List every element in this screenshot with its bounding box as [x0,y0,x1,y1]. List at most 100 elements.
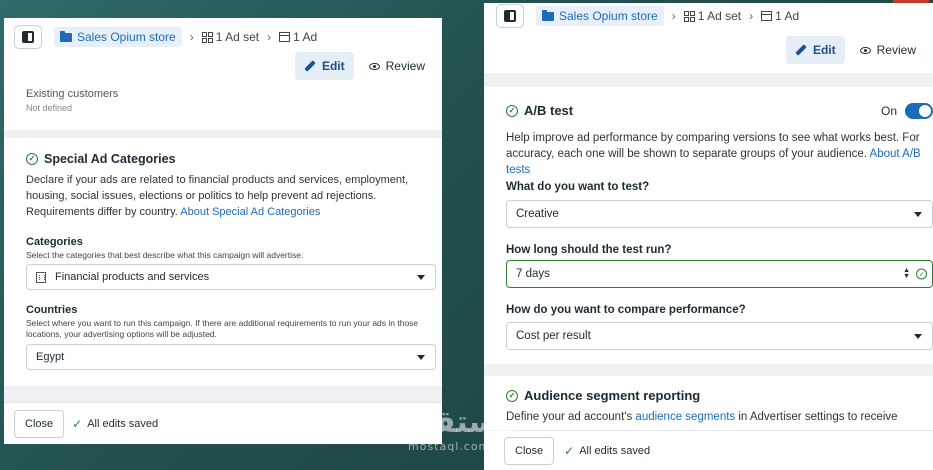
save-status: ✓ All edits saved [564,444,650,458]
check-icon: ✓ [564,443,575,458]
breadcrumb-ad-label: 1 Ad [293,30,318,44]
special-ad-categories-section: ✓ Special Ad Categories Declare if your a… [26,152,436,220]
caret-down-icon [914,212,922,217]
breadcrumb-ad[interactable]: 1 Ad [761,9,799,23]
breadcrumb-adset-label: 1 Ad set [215,30,260,44]
existing-customers-value: Not defined [26,103,73,113]
edit-button[interactable]: Edit [785,36,845,64]
test-variable-value: Creative [516,208,559,220]
close-button[interactable]: Close [14,409,65,438]
edit-label: Edit [812,43,836,57]
countries-field-header: Countries Select where you want to run t… [26,304,436,340]
caret-down-icon [417,275,425,280]
left-topbar: Sales Opium store › 1 Ad set › 1 Ad [4,18,442,56]
breadcrumb-adset[interactable]: 1 Ad set [683,9,741,23]
edit-button[interactable]: Edit [294,52,354,80]
special-title-text: Special Ad Categories [44,152,176,166]
check-circle-icon: ✓ [26,153,38,165]
section-divider [484,73,933,87]
categories-label: Categories [26,236,83,248]
review-label: Review [876,43,916,57]
categories-value: Financial products and services [55,271,210,283]
sidebar-panel-icon [504,10,516,22]
existing-customers-block: Existing customers Not defined [26,88,118,113]
eye-icon [859,46,871,54]
categories-field-header: Categories Select the categories that be… [26,236,436,261]
audience-desc-suffix: in Advertiser settings to receive [738,411,898,423]
save-status: ✓ All edits saved [72,417,158,431]
compare-performance-select[interactable]: Cost per result [506,322,933,350]
ab-test-section: ✓ A/B test On Help improve ad performance… [506,103,933,178]
building-icon [36,271,46,283]
sidebar-panel-icon [22,31,34,43]
breadcrumb-ad[interactable]: 1 Ad [279,30,317,44]
countries-value: Egypt [36,351,65,363]
audience-segment-section: ✓ Audience segment reporting Define your … [506,388,933,425]
caret-down-icon [417,355,425,360]
right-action-row: Edit Review [785,36,925,64]
save-status-text: All edits saved [87,417,159,430]
chevron-right-icon: › [671,9,676,23]
right-ad-editor-panel: Sales Opium store › 1 Ad set › 1 Ad Edit… [484,3,933,470]
audience-segment-description: Define your ad account's audience segmen… [506,409,933,425]
review-button[interactable]: Review [851,36,925,64]
toggle-sidebar-button[interactable] [14,25,42,49]
test-variable-select[interactable]: Creative [506,200,933,228]
review-label: Review [385,59,425,73]
breadcrumb-campaign[interactable]: Sales Opium store [536,6,664,26]
right-footer: Close ✓ All edits saved [484,430,933,470]
countries-select[interactable]: Egypt [26,344,436,370]
close-button[interactable]: Close [504,436,555,465]
about-special-ad-categories-link[interactable]: About Special Ad Categories [180,206,320,218]
test-duration-value: 7 days [516,268,550,280]
ab-test-title-text: A/B test [524,103,574,118]
audience-desc-prefix: Define your ad account's [506,411,633,423]
check-icon: ✓ [72,416,83,431]
folder-icon [60,30,72,42]
test-variable-label: What do you want to test? [506,181,650,193]
ad-icon [279,32,291,42]
section-divider [4,386,442,402]
audience-title-text: Audience segment reporting [524,388,701,403]
compare-performance-value: Cost per result [516,330,591,342]
check-circle-icon: ✓ [506,389,518,402]
caret-down-icon [914,334,922,339]
audience-segments-link[interactable]: audience segments [635,411,735,423]
breadcrumb-campaign-label: Sales Opium store [77,30,176,44]
chevron-right-icon: › [267,30,272,44]
stepper-icon[interactable]: ▲ ▼ [903,267,910,280]
chevron-right-icon: › [749,9,754,23]
countries-help: Select where you want to run this campai… [26,318,419,339]
categories-select[interactable]: Financial products and services [26,264,436,290]
left-action-row: Edit Review [294,52,434,80]
special-ad-categories-title: ✓ Special Ad Categories [26,152,436,166]
pencil-icon [795,44,807,56]
section-divider [4,130,442,138]
chevron-right-icon: › [189,30,194,44]
ad-icon [761,11,773,21]
left-ad-editor-panel: Sales Opium store › 1 Ad set › 1 Ad Edit… [4,18,442,444]
test-duration-input[interactable]: 7 days ▲ ▼ ✓ [506,260,933,288]
ab-test-title: ✓ A/B test [506,103,933,118]
eye-icon [368,62,380,70]
ab-test-toggle-group: On [881,103,933,119]
check-circle-icon: ✓ [506,104,518,117]
ab-test-description: Help improve ad performance by comparing… [506,130,933,178]
audience-segment-title: ✓ Audience segment reporting [506,388,933,403]
breadcrumb-campaign[interactable]: Sales Opium store [54,27,182,47]
categories-help: Select the categories that best describe… [26,250,304,260]
toggle-sidebar-button[interactable] [496,4,524,28]
review-button[interactable]: Review [360,52,434,80]
breadcrumb-ad-label: 1 Ad [775,9,800,23]
adset-grid-icon [683,10,695,22]
breadcrumb-campaign-label: Sales Opium store [559,9,658,23]
adset-grid-icon [201,31,213,43]
test-duration-label: How long should the test run? [506,244,672,256]
existing-customers-label: Existing customers [26,88,119,100]
ab-test-toggle[interactable] [905,103,933,119]
valid-check-icon: ✓ [916,268,927,280]
breadcrumb-adset[interactable]: 1 Ad set [201,30,260,44]
edit-label: Edit [321,59,345,73]
ab-toggle-label: On [880,104,897,118]
left-footer: Close ✓ All edits saved [4,402,442,444]
